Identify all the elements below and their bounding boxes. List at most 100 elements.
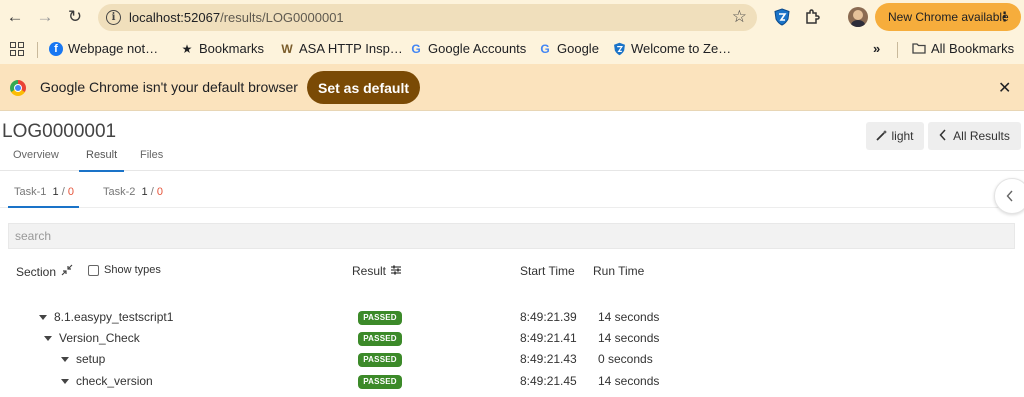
chevron-left-icon [1006,190,1013,202]
profile-avatar[interactable] [848,7,868,27]
run-time: 14 seconds [598,374,660,388]
tab-overview[interactable]: Overview [13,149,59,171]
search-input[interactable]: search [8,223,1015,249]
row-label: check_version [76,374,153,388]
new-chrome-label: New Chrome available [888,10,1009,24]
header-section[interactable]: Section [16,264,73,279]
row-name[interactable]: check_version [61,374,153,388]
bookmarks-divider [897,42,898,58]
bookmark-label: ASA HTTP Insp… [299,41,403,56]
shield-extension-icon[interactable] [772,7,792,27]
all-bookmarks-button[interactable]: All Bookmarks [912,41,1014,56]
bookmark-label: Welcome to Ze… [631,41,732,56]
table-row[interactable]: check_version PASSED 8:49:21.45 14 secon… [0,371,1024,393]
row-name[interactable]: setup [61,352,105,366]
back-icon[interactable]: ← [4,6,26,28]
google-icon: G [411,41,421,56]
caret-down-icon[interactable] [61,356,69,362]
url-host: localhost:52067 [129,10,221,25]
w-icon: W [281,41,293,56]
close-icon[interactable]: ✕ [998,78,1011,98]
bookmark-webpage-not[interactable]: f Webpage not… [49,41,158,56]
tab-task-1[interactable]: Task-1 1 / 0 [8,186,79,208]
bookmark-label: Google [557,41,599,56]
bookmark-label: Bookmarks [199,41,265,56]
row-label: 8.1.easypy_testscript1 [54,310,174,324]
main-tabs: Overview Result Files [0,149,1024,172]
bookmarks-overflow-icon[interactable]: » [873,41,880,56]
star-icon: ★ [181,41,193,56]
bookmark-label: Webpage not… [68,41,159,56]
bookmark-star-icon[interactable]: ☆ [732,7,747,27]
task-label: Task-2 [103,186,136,198]
collapse-panel-button[interactable] [994,178,1024,214]
tab-result[interactable]: Result [78,149,125,172]
tab-files[interactable]: Files [140,149,163,171]
forward-icon[interactable]: → [34,6,56,28]
fail-count: 0 [156,186,163,198]
bookmark-label: Google Accounts [428,41,527,56]
address-url[interactable]: localhost:52067/results/LOG0000001 [129,10,344,25]
caret-down-icon[interactable] [44,335,52,341]
collapse-all-icon[interactable] [61,264,73,279]
address-bar[interactable]: i localhost:52067/results/LOG0000001 ☆ [98,4,757,31]
header-result[interactable]: Result [352,264,402,278]
show-types-checkbox[interactable]: Show types [88,264,161,276]
site-info-icon[interactable]: i [106,10,121,25]
page-content: LOG0000001 light All Results Overview Re… [0,112,1024,397]
row-name[interactable]: Version_Check [44,331,140,345]
run-time: 14 seconds [598,310,660,324]
start-time: 8:49:21.41 [520,331,577,345]
task-tabs: Task-1 1 / 0 Task-2 1 / 0 [0,178,1024,208]
reload-icon[interactable]: ↻ [64,6,86,28]
bookmark-welcome[interactable]: Welcome to Ze… [612,41,731,56]
chrome-logo-icon [10,80,26,96]
bookmark-bookmarks[interactable]: ★ Bookmarks [180,41,264,56]
table-row[interactable]: 8.1.easypy_testscript1 PASSED 8:49:21.39… [0,307,1024,329]
table-row[interactable]: setup PASSED 8:49:21.43 0 seconds [0,349,1024,371]
checkbox-icon[interactable] [88,264,99,276]
row-label: setup [76,352,106,366]
url-path: /results/LOG0000001 [220,10,344,25]
all-bookmarks-label: All Bookmarks [931,41,1015,56]
all-results-button[interactable]: All Results [928,122,1021,150]
extensions-puzzle-icon[interactable] [802,7,822,27]
caret-down-icon[interactable] [61,378,69,384]
new-chrome-available-button[interactable]: New Chrome available ⋮ [875,3,1021,31]
filter-icon[interactable] [391,264,402,278]
run-time: 0 seconds [598,352,653,366]
default-browser-infobar: Google Chrome isn't your default browser… [0,64,1024,111]
bookmarks-divider [37,42,38,58]
start-time: 8:49:21.43 [520,352,577,366]
facebook-icon: f [49,41,63,56]
theme-light-button[interactable]: light [866,122,924,150]
run-time: 14 seconds [598,331,660,345]
fail-count: 0 [67,186,74,198]
all-results-label: All Results [953,129,1010,143]
set-as-default-button[interactable]: Set as default [307,71,420,104]
browser-toolbar: ← → ↻ i localhost:52067/results/LOG00000… [0,0,1024,34]
shield-icon [612,42,626,56]
header-start-time[interactable]: Start Time [520,264,575,278]
more-menu-icon[interactable]: ⋮ [998,9,1011,25]
bookmark-google-accounts[interactable]: G Google Accounts [409,41,526,56]
caret-down-icon[interactable] [39,314,47,320]
row-name[interactable]: 8.1.easypy_testscript1 [39,310,173,324]
start-time: 8:49:21.45 [520,374,577,388]
show-types-label: Show types [104,264,161,276]
table-row[interactable]: Version_Check PASSED 8:49:21.41 14 secon… [0,328,1024,350]
status-badge: PASSED [358,332,402,346]
tab-task-2[interactable]: Task-2 1 / 0 [103,186,163,198]
status-badge: PASSED [358,311,402,325]
infobar-message: Google Chrome isn't your default browser [40,79,298,95]
start-time: 8:49:21.39 [520,310,577,324]
page-title: LOG0000001 [2,121,117,142]
section-header-label: Section [16,264,57,279]
bookmark-google[interactable]: G Google [538,41,599,56]
header-run-time[interactable]: Run Time [593,264,644,278]
result-header-label: Result [352,264,387,278]
chevron-left-icon [939,128,947,144]
pass-count: 1 [52,186,59,198]
apps-grid-icon[interactable] [10,42,24,56]
bookmark-asa-http[interactable]: W ASA HTTP Insp… [280,41,403,56]
